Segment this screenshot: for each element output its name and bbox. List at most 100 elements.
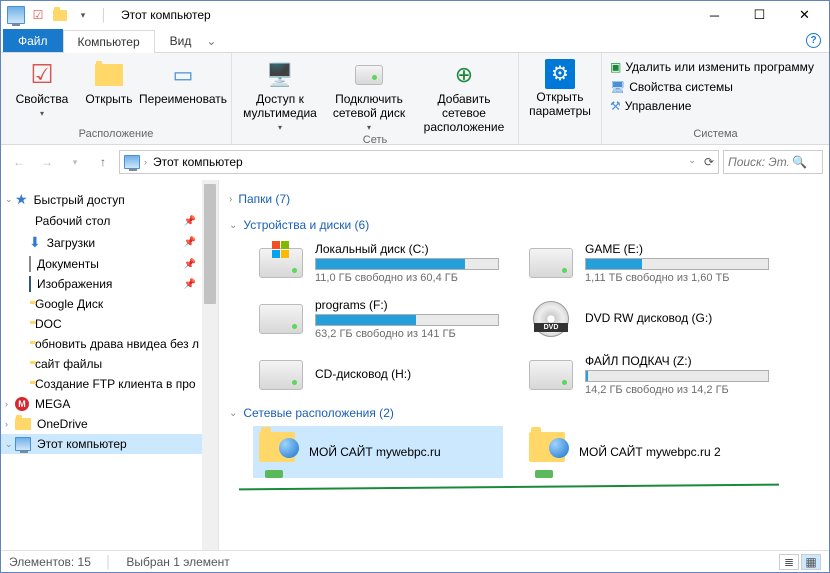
uninstall-icon: ▣ xyxy=(610,60,621,76)
ribbon-group-location: ☑ Свойства ▾ Открыть ▭ Переименовать Рас… xyxy=(1,53,232,144)
close-button[interactable]: ✕ xyxy=(782,1,827,29)
breadcrumb-thispc[interactable]: Этот компьютер xyxy=(153,155,243,169)
rename-icon: ▭ xyxy=(167,59,199,91)
folder-icon: ⬇ xyxy=(29,234,41,251)
back-button[interactable]: ← xyxy=(7,150,31,174)
drive-icon xyxy=(259,360,303,390)
system-props-icon: 🖥 xyxy=(610,80,625,96)
help-button[interactable]: ? xyxy=(806,33,821,48)
manage-button[interactable]: ⚒Управление xyxy=(608,98,816,116)
open-button[interactable]: Открыть xyxy=(81,59,137,107)
tab-file[interactable]: Файл xyxy=(3,29,63,52)
drive-icon xyxy=(259,304,303,334)
settings-gear-icon: ⚙ xyxy=(545,59,575,89)
pc-icon xyxy=(15,437,31,451)
properties-icon: ☑ xyxy=(26,59,58,91)
qat-properties-icon[interactable]: ☑ xyxy=(29,6,47,24)
address-bar[interactable]: › Этот компьютер ⌄ ⟳ xyxy=(119,150,719,174)
title-bar: ☑ ▾ │ Этот компьютер ─ ☐ ✕ xyxy=(1,1,829,29)
status-item-count: Элементов: 15 xyxy=(9,555,91,569)
chevron-down-icon: ⌄ xyxy=(229,408,237,419)
media-icon: 🖥️ xyxy=(264,59,296,91)
up-button[interactable]: ↑ xyxy=(91,150,115,174)
ribbon-group-network: 🖥️ Доступ к мультимедиа▾ Подключить сете… xyxy=(232,53,519,144)
star-icon: ★ xyxy=(15,191,28,208)
maximize-button[interactable]: ☐ xyxy=(737,1,782,29)
navigation-pane: ⌄★Быстрый доступРабочий стол📌⬇Загрузки📌Д… xyxy=(1,180,219,550)
section-network-locations[interactable]: ⌄ Сетевые расположения (2) xyxy=(229,400,819,426)
drive-item[interactable]: programs (F:)63,2 ГБ свободно из 141 ГБ xyxy=(253,294,503,344)
drive-item[interactable]: CD-дисковод (H:) xyxy=(253,350,503,400)
drive-icon xyxy=(529,360,573,390)
map-drive-button[interactable]: Подключить сетевой диск▾ xyxy=(326,59,412,132)
network-location-item[interactable]: МОЙ САЙТ mywebpc.ru xyxy=(253,426,503,478)
navigation-bar: ← → ▾ ↑ › Этот компьютер ⌄ ⟳ 🔍 xyxy=(1,145,829,179)
quick-access-toolbar: ☑ ▾ │ xyxy=(3,6,113,24)
map-drive-icon xyxy=(353,59,385,91)
content-pane: › Папки (7) ⌄ Устройства и диски (6) Лок… xyxy=(219,180,829,550)
network-folder-icon xyxy=(259,432,299,472)
view-details-button[interactable]: ≣ xyxy=(779,554,799,570)
sidebar-scrollbar[interactable] xyxy=(202,180,218,550)
folder-icon xyxy=(29,277,31,291)
drive-item[interactable]: Локальный диск (C:)11,0 ГБ свободно из 6… xyxy=(253,238,503,288)
mega-icon: M xyxy=(15,397,29,411)
status-bar: Элементов: 15 │ Выбран 1 элемент ≣ ▦ xyxy=(1,550,829,572)
network-folder-icon xyxy=(529,432,569,472)
ribbon-group-system: ▣Удалить или изменить программу 🖥Свойств… xyxy=(602,53,829,144)
recent-dropdown[interactable]: ▾ xyxy=(63,150,87,174)
tab-view[interactable]: Вид xyxy=(155,29,207,52)
network-location-item[interactable]: МОЙ САЙТ mywebpc.ru 2 xyxy=(523,426,773,478)
sidebar-item[interactable]: Google Диск xyxy=(1,294,218,314)
drive-item[interactable]: DVDDVD RW дисковод (G:) xyxy=(523,294,773,344)
section-devices[interactable]: ⌄ Устройства и диски (6) xyxy=(229,212,819,238)
sidebar-item[interactable]: обновить драва нвидеа без л xyxy=(1,334,218,354)
drive-icon xyxy=(259,248,303,278)
sidebar-item[interactable]: Документы📌 xyxy=(1,254,218,274)
view-icons-button[interactable]: ▦ xyxy=(801,554,821,570)
pc-icon xyxy=(7,6,25,24)
drive-item[interactable]: GAME (E:)1,11 ТБ свободно из 1,60 ТБ xyxy=(523,238,773,288)
qat-dropdown-icon[interactable]: ▾ xyxy=(73,6,91,24)
sidebar-onedrive[interactable]: ›OneDrive xyxy=(1,414,218,434)
sidebar-item[interactable]: DOC xyxy=(1,314,218,334)
drive-icon xyxy=(529,248,573,278)
drive-item[interactable]: ФАЙЛ ПОДКАЧ (Z:)14,2 ГБ свободно из 14,2… xyxy=(523,350,773,400)
open-folder-icon xyxy=(93,59,125,91)
sidebar-this-pc[interactable]: ⌄Этот компьютер xyxy=(1,434,218,454)
uninstall-program-button[interactable]: ▣Удалить или изменить программу xyxy=(608,59,816,77)
onedrive-icon xyxy=(15,418,31,430)
properties-button[interactable]: ☑ Свойства ▾ xyxy=(7,59,77,118)
chevron-down-icon: ⌄ xyxy=(229,220,237,231)
qat-new-folder-icon[interactable] xyxy=(51,6,69,24)
chevron-right-icon: › xyxy=(229,194,232,205)
add-network-location-button[interactable]: ⊕ Добавить сетевое расположение xyxy=(416,59,512,134)
search-input[interactable] xyxy=(728,155,788,169)
section-folders[interactable]: › Папки (7) xyxy=(229,186,819,212)
tab-computer[interactable]: Компьютер xyxy=(63,30,155,53)
add-network-icon: ⊕ xyxy=(448,59,480,91)
search-box[interactable]: 🔍 xyxy=(723,150,823,174)
sidebar-item[interactable]: ⬇Загрузки📌 xyxy=(1,231,218,254)
forward-button[interactable]: → xyxy=(35,150,59,174)
sidebar-mega[interactable]: ›MMEGA xyxy=(1,394,218,414)
sidebar-item[interactable]: Изображения📌 xyxy=(1,274,218,294)
refresh-button[interactable]: ⟳ xyxy=(704,155,714,169)
rename-button[interactable]: ▭ Переименовать xyxy=(141,59,225,107)
sidebar-item[interactable]: Рабочий стол📌 xyxy=(1,211,218,231)
breadcrumb-root[interactable]: › xyxy=(124,155,149,169)
system-properties-button[interactable]: 🖥Свойства системы xyxy=(608,79,816,97)
ribbon-collapse-icon[interactable]: ⌄ xyxy=(206,34,216,48)
manage-icon: ⚒ xyxy=(610,99,621,115)
sidebar-quick-access[interactable]: ⌄★Быстрый доступ xyxy=(1,188,218,211)
ribbon-group-settings: ⚙ Открыть параметры xyxy=(519,53,602,144)
media-access-button[interactable]: 🖥️ Доступ к мультимедиа▾ xyxy=(238,59,322,132)
sidebar-item[interactable]: Создание FTP клиента в про xyxy=(1,374,218,394)
minimize-button[interactable]: ─ xyxy=(692,1,737,29)
open-settings-button[interactable]: ⚙ Открыть параметры xyxy=(525,59,595,119)
ribbon: ☑ Свойства ▾ Открыть ▭ Переименовать Рас… xyxy=(1,53,829,145)
search-icon: 🔍 xyxy=(792,155,807,169)
folder-icon xyxy=(29,257,31,271)
address-dropdown-icon[interactable]: ⌄ xyxy=(686,155,698,169)
sidebar-item[interactable]: сайт файлы xyxy=(1,354,218,374)
